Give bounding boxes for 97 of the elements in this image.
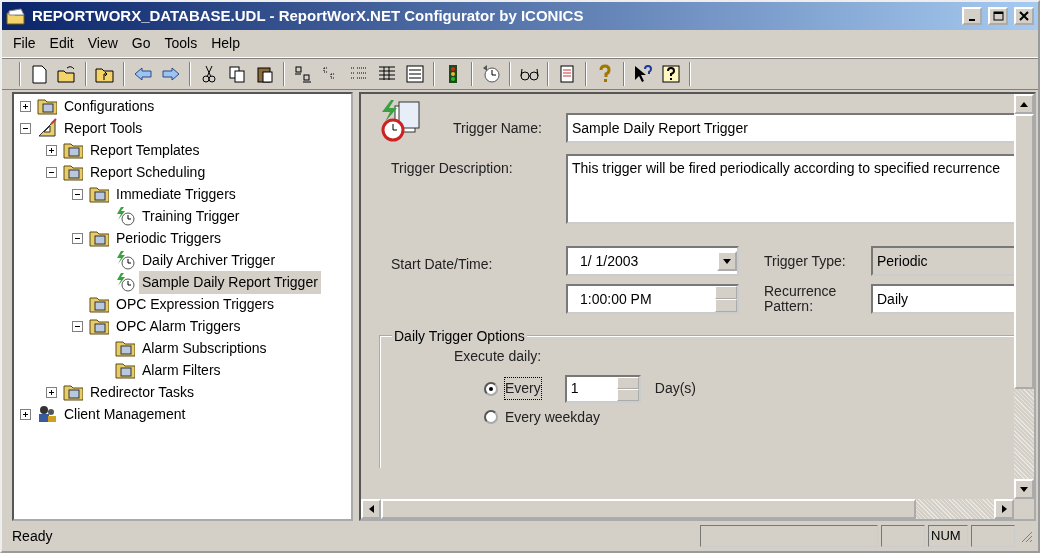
folder-icon: [37, 96, 57, 116]
field-label: Execute daily:: [454, 346, 542, 366]
menu-item[interactable]: Go: [124, 33, 158, 54]
tree-item[interactable]: Immediate Triggers: [113, 182, 239, 206]
radio-button[interactable]: [484, 381, 498, 396]
field-label: Trigger Type:: [764, 251, 847, 271]
readonly-field: Periodic: [871, 246, 1014, 276]
number-field[interactable]: 1: [564, 374, 641, 403]
tree-item[interactable]: Client Management: [61, 402, 189, 426]
tree-item[interactable]: Daily Archiver Trigger: [139, 248, 279, 272]
up-arrow-icon[interactable]: [1019, 100, 1029, 108]
whats-this-icon[interactable]: [633, 64, 653, 84]
open-folder-icon[interactable]: [57, 64, 77, 84]
radio-label[interactable]: Every: [505, 378, 541, 400]
clock-icon: [115, 206, 135, 226]
text-field[interactable]: Daily: [871, 284, 1014, 315]
horizontal-scrollbar[interactable]: [361, 499, 1014, 519]
tree-item[interactable]: Report Scheduling: [87, 160, 209, 184]
folder-icon: [89, 228, 109, 248]
folder-icon: [89, 316, 109, 336]
collapse-icon[interactable]: [20, 122, 31, 134]
date-field[interactable]: 1/ 1/2003: [566, 246, 739, 276]
close-icon[interactable]: [1018, 10, 1030, 22]
dropdown-button[interactable]: [717, 251, 737, 271]
clock-icon: [115, 250, 135, 270]
folder-icon: [63, 140, 83, 160]
collapse-icon[interactable]: [46, 166, 57, 178]
folder-icon: [63, 382, 83, 402]
time-value: 1:00:00 PM: [580, 289, 653, 309]
form-icon[interactable]: [405, 64, 425, 84]
tree-item[interactable]: OPC Expression Triggers: [113, 292, 277, 316]
field-label: Trigger Description:: [391, 159, 514, 178]
collapse-icon[interactable]: [72, 188, 83, 200]
large-icons-icon[interactable]: [293, 64, 313, 84]
menu-item[interactable]: Edit: [42, 33, 81, 54]
field-label: Start Date/Time:: [391, 255, 494, 274]
status-panel: [881, 525, 925, 547]
time-field[interactable]: 1:00:00 PM: [566, 284, 739, 314]
expand-icon[interactable]: [20, 100, 31, 112]
folder-icon: [89, 184, 109, 204]
forward-icon[interactable]: [161, 64, 181, 84]
menu-item[interactable]: View: [80, 33, 125, 54]
tree-item[interactable]: Sample Daily Report Trigger: [139, 270, 321, 294]
back-icon[interactable]: [133, 64, 153, 84]
clock-icon[interactable]: [481, 64, 501, 84]
tree-item[interactable]: Alarm Subscriptions: [139, 336, 270, 360]
tree-item[interactable]: Alarm Filters: [139, 358, 224, 382]
tree-item[interactable]: Configurations: [61, 94, 158, 118]
status-panel: [971, 525, 1015, 547]
collapse-icon[interactable]: [72, 232, 83, 244]
field-label: Recurrence Pattern:: [764, 284, 838, 315]
unit-label: Day(s): [654, 379, 697, 399]
down-arrow-icon[interactable]: [1019, 485, 1029, 493]
window-title: REPORTWORX_DATABASE.UDL - ReportWorX.NET Configurator by ICONICS: [32, 5, 585, 26]
copy-icon[interactable]: [227, 64, 247, 84]
tree-item[interactable]: Report Tools: [61, 116, 146, 140]
folder-icon: [6, 7, 26, 25]
cut-icon[interactable]: [199, 64, 219, 84]
calendar-clock-icon: [379, 100, 421, 142]
expand-icon[interactable]: [46, 144, 57, 156]
collapse-icon[interactable]: [72, 320, 83, 332]
folder-icon: [89, 294, 109, 314]
vertical-scrollbar[interactable]: [1014, 94, 1034, 499]
field-label: Trigger Name:: [453, 118, 543, 138]
report-icon[interactable]: [557, 64, 577, 84]
expand-icon[interactable]: [46, 386, 57, 398]
tree-item[interactable]: Report Templates: [87, 138, 203, 162]
help-book-icon[interactable]: [661, 64, 681, 84]
maximize-icon[interactable]: [992, 10, 1004, 22]
tree-item[interactable]: Training Trigger: [139, 204, 243, 228]
tree-item[interactable]: OPC Alarm Triggers: [113, 314, 244, 338]
people-icon: [37, 404, 57, 424]
folder-icon: [63, 162, 83, 182]
radio-button[interactable]: [484, 410, 498, 425]
status-indicator: NUM: [928, 525, 968, 547]
text-field[interactable]: Sample Daily Report Trigger: [566, 113, 1014, 143]
expand-icon[interactable]: [20, 408, 31, 420]
status-text: Ready: [12, 526, 54, 546]
clock-icon: [115, 272, 135, 292]
number-value: 1: [570, 379, 580, 399]
radio-label[interactable]: Every weekday: [505, 406, 600, 428]
ruler-icon: [37, 118, 57, 138]
date-value: 1/ 1/2003: [580, 251, 640, 271]
new-document-icon[interactable]: [29, 64, 49, 84]
folder-icon: [115, 360, 135, 380]
menu-item[interactable]: File: [6, 33, 43, 54]
left-arrow-icon[interactable]: [367, 504, 375, 514]
right-arrow-icon[interactable]: [1000, 504, 1008, 514]
spin-buttons[interactable]: [616, 376, 639, 401]
caret-icon: [722, 257, 732, 265]
folder-icon: [115, 338, 135, 358]
text-area[interactable]: This trigger will be fired periodically according to specified recurrence: [566, 154, 1014, 224]
tree-item[interactable]: Periodic Triggers: [113, 226, 225, 250]
menu-item[interactable]: Tools: [157, 33, 205, 54]
menu-item[interactable]: Help: [204, 33, 247, 54]
tree-item[interactable]: Redirector Tasks: [87, 380, 197, 404]
paste-icon[interactable]: [255, 64, 275, 84]
